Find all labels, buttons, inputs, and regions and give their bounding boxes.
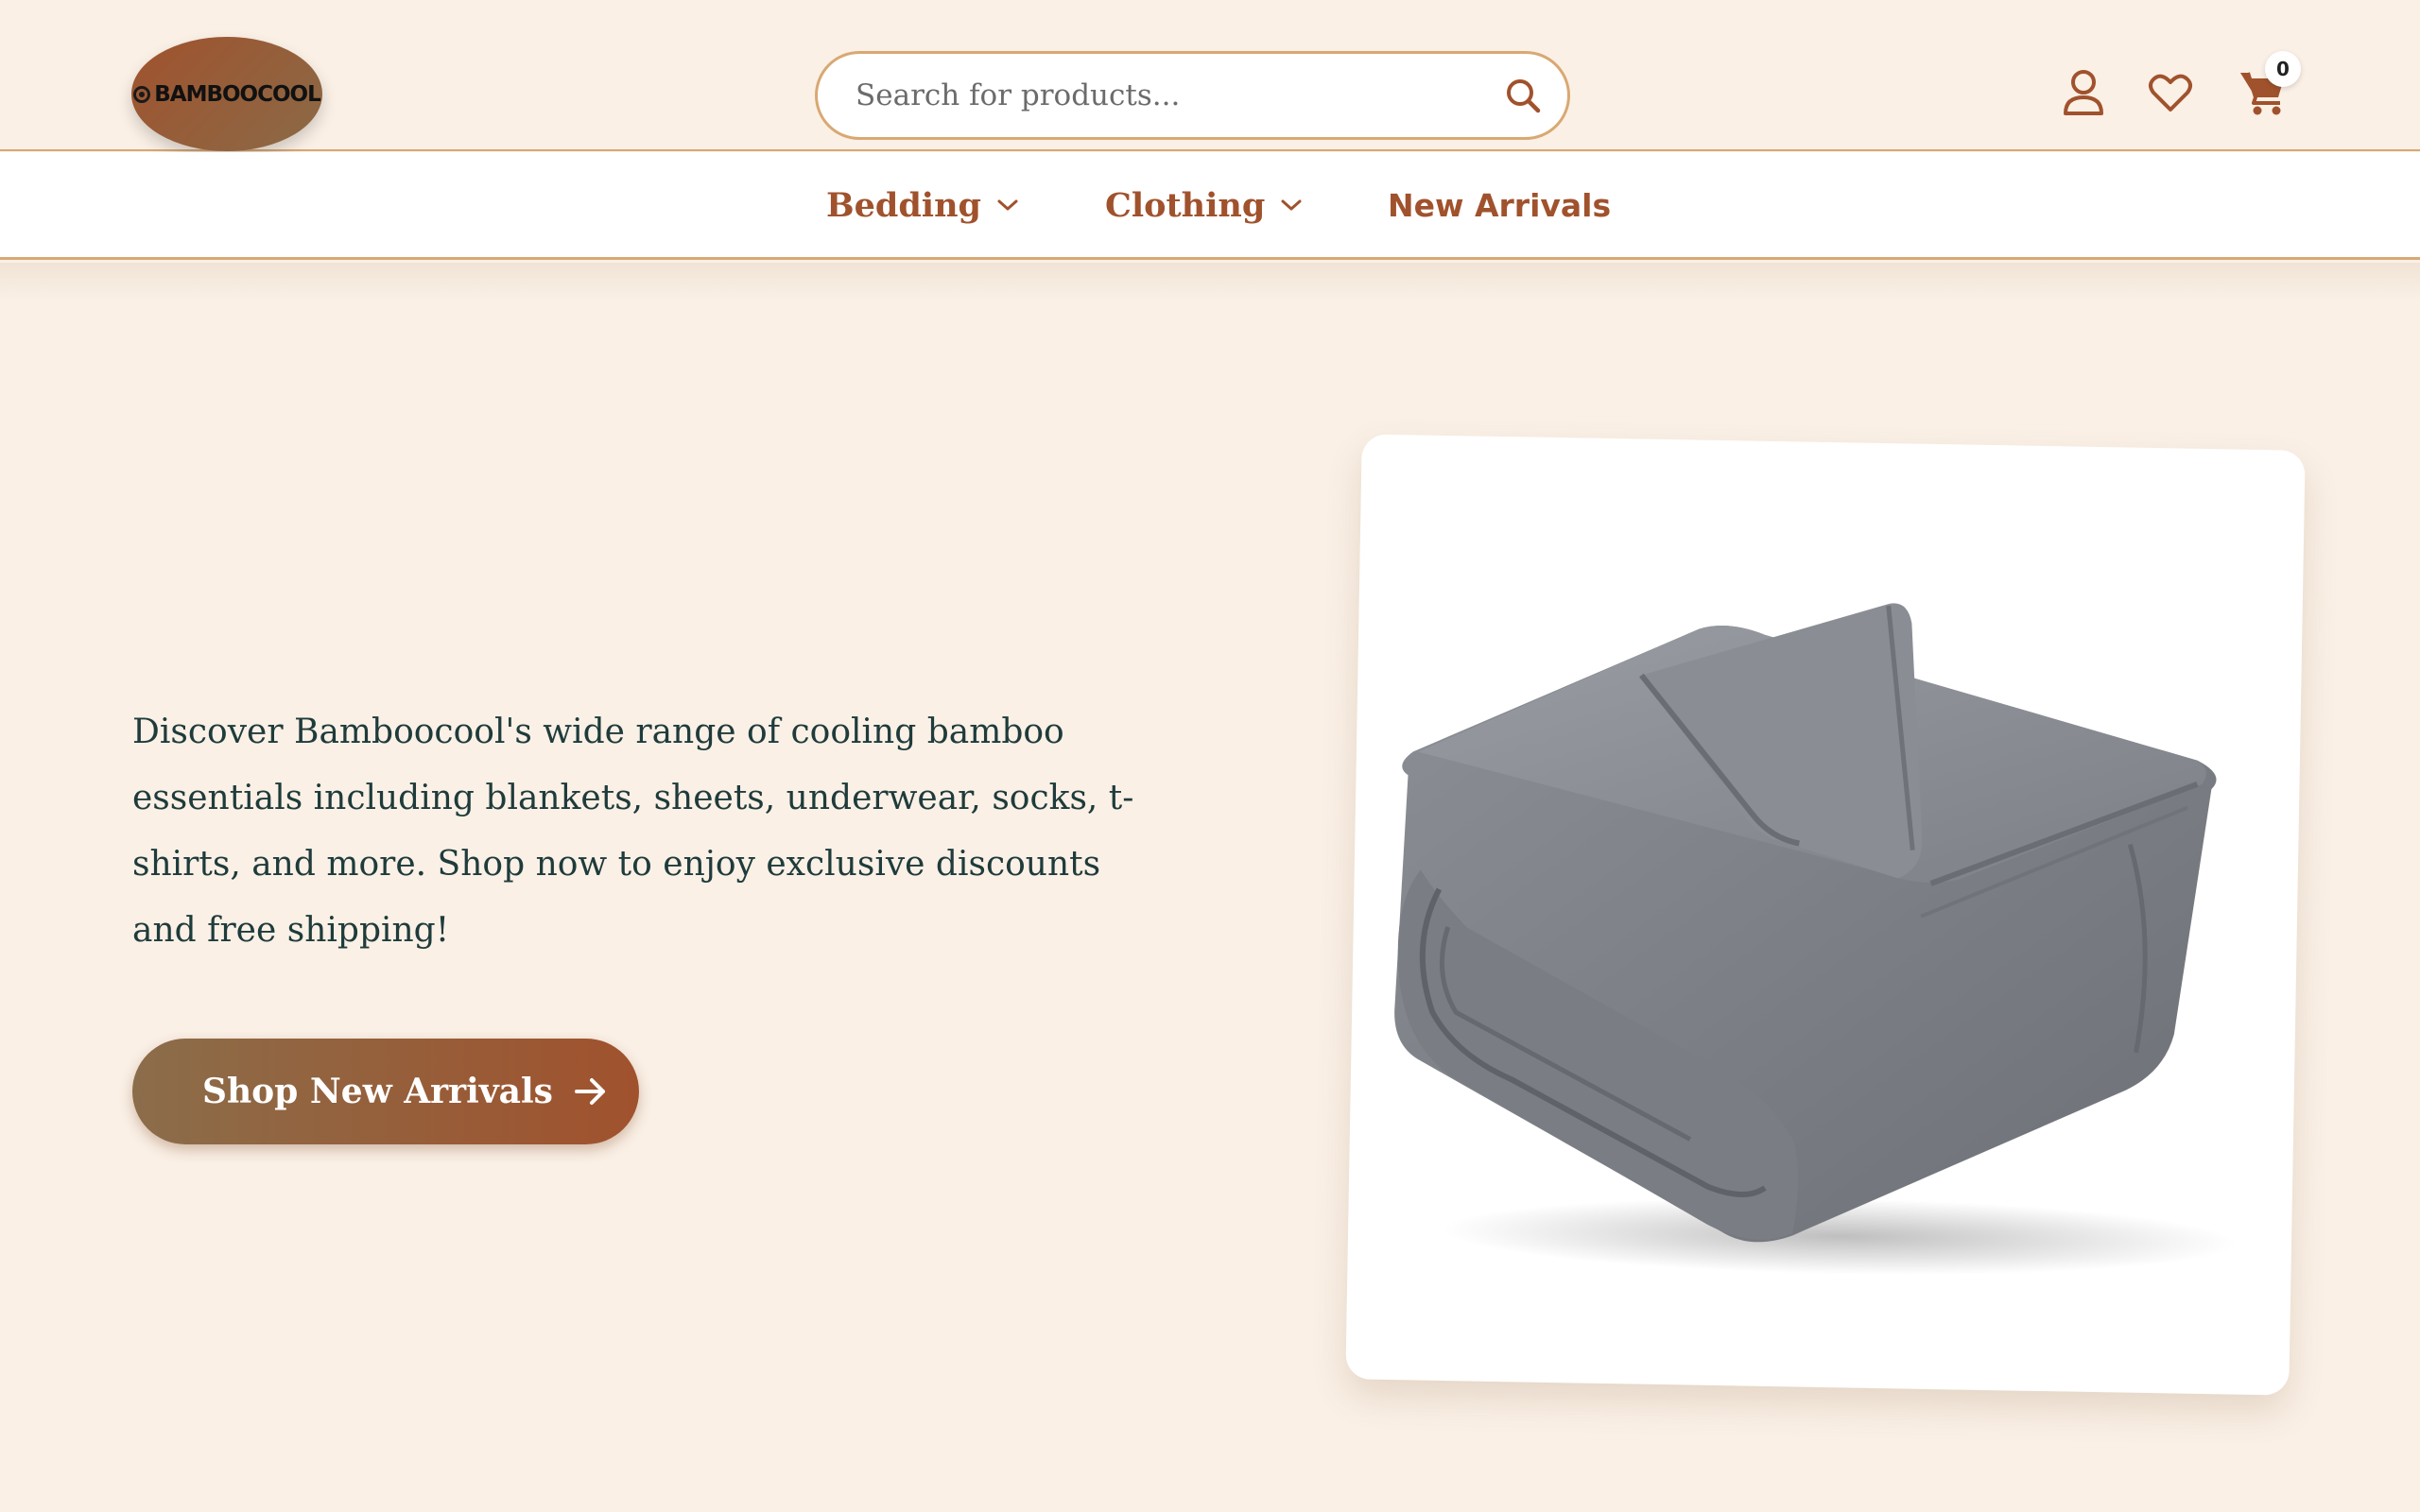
nav-item-label: Clothing <box>1105 185 1266 225</box>
nav-item-label: Bedding <box>826 185 982 225</box>
shop-new-arrivals-button[interactable]: Shop New Arrivals <box>132 1039 639 1144</box>
search-input[interactable] <box>856 54 1461 137</box>
search-bar <box>815 51 1570 140</box>
nav-item-clothing[interactable]: Clothing <box>1105 152 1303 258</box>
cta-label: Shop New Arrivals <box>202 1072 553 1111</box>
wishlist-button[interactable] <box>2144 66 2197 119</box>
page: BAMBOOCOOL Search for products... 0 Bedd… <box>0 0 2420 1512</box>
nav-shadow <box>0 263 2420 301</box>
hero-image-card <box>1345 434 2306 1396</box>
folded-blanket-image <box>1394 603 2237 1275</box>
search-button[interactable] <box>1498 71 1547 120</box>
nav-item-bedding[interactable]: Bedding <box>826 152 1019 258</box>
hero-description: Discover Bamboocool's wide range of cool… <box>132 713 1134 950</box>
logo[interactable]: BAMBOOCOOL <box>131 37 322 151</box>
logo-text: BAMBOOCOOL <box>154 81 320 107</box>
account-button[interactable] <box>2057 66 2110 119</box>
arrow-right-icon <box>574 1076 608 1107</box>
main-nav: Bedding Clothing New Arrivals <box>0 152 2420 260</box>
logo-mark-icon <box>133 85 151 103</box>
heart-icon <box>2149 74 2192 112</box>
nav-item-label: New Arrivals <box>1388 186 1612 224</box>
user-icon <box>2064 70 2103 115</box>
site-header: BAMBOOCOOL Search for products... 0 <box>0 0 2420 151</box>
cart-count-badge: 0 <box>2265 51 2301 87</box>
chevron-down-icon <box>1280 198 1303 213</box>
chevron-down-icon <box>996 198 1019 213</box>
search-icon <box>1507 79 1541 113</box>
nav-item-new-arrivals[interactable]: New Arrivals <box>1388 152 1611 258</box>
